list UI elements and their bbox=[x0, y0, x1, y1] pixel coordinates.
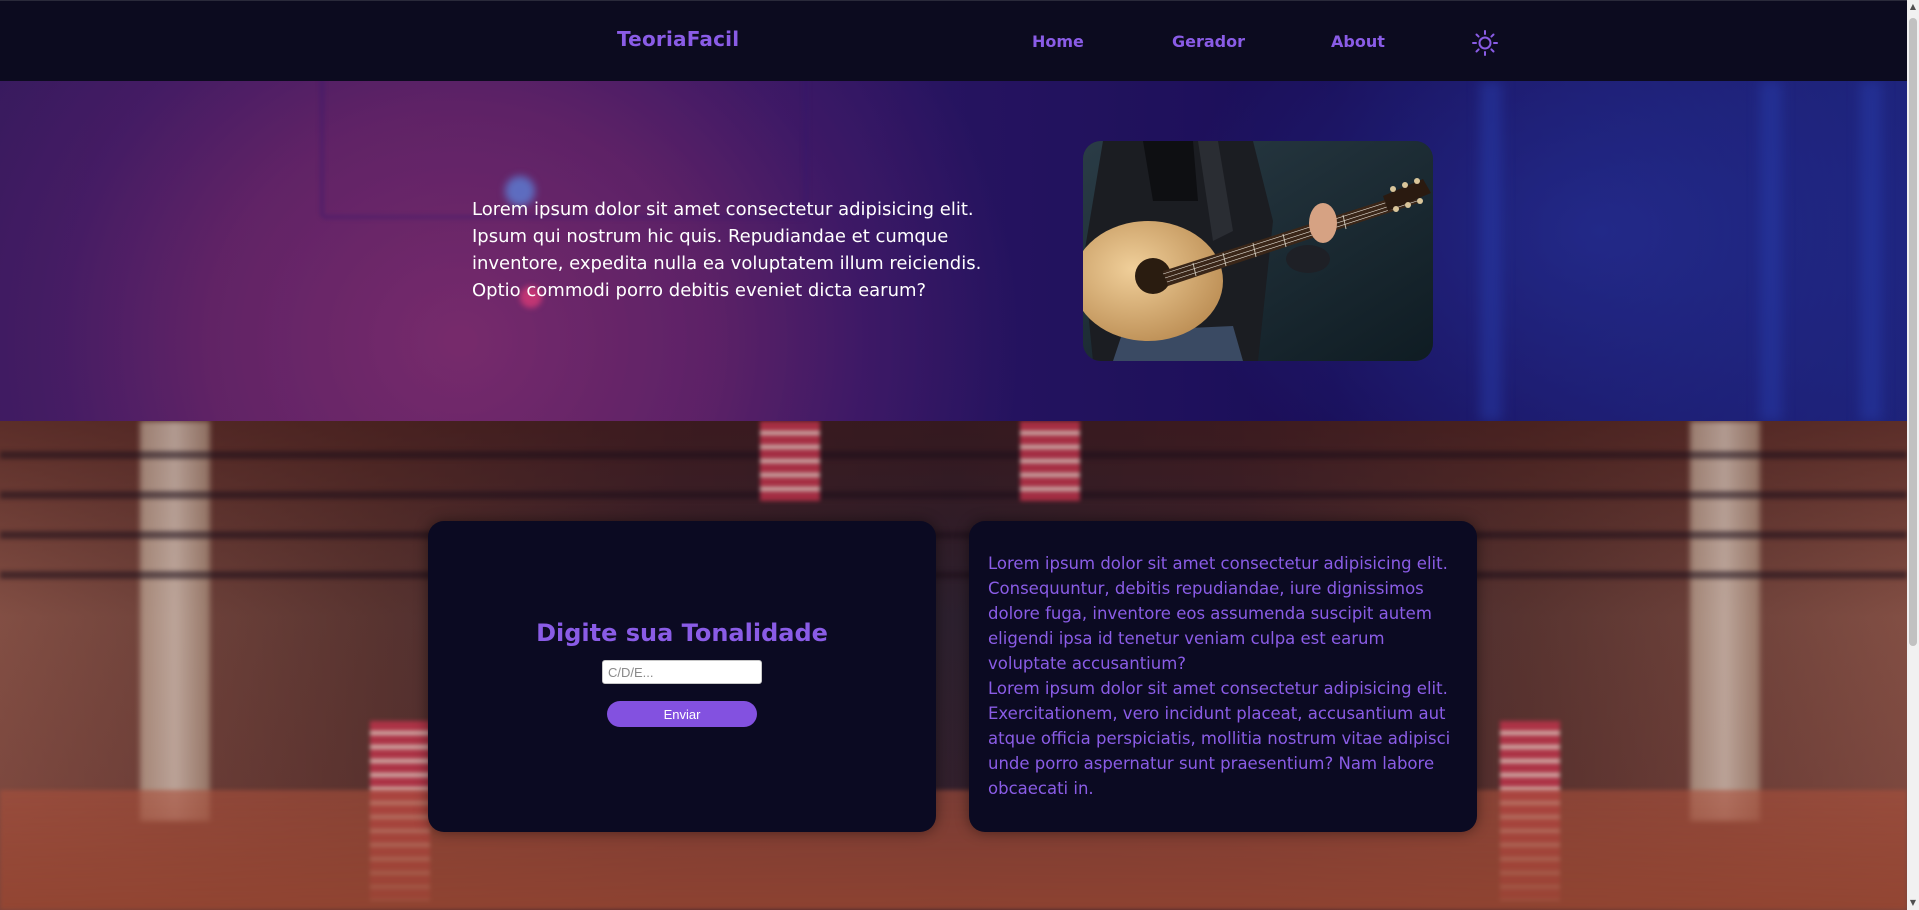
guitar-image bbox=[1083, 141, 1433, 361]
top-nav: TeoriaFacil Home Gerador About bbox=[0, 0, 1907, 82]
concert-hall-background bbox=[0, 421, 1907, 910]
info-card: Lorem ipsum dolor sit amet consectetur a… bbox=[969, 521, 1477, 832]
scroll-down-icon[interactable]: ▼ bbox=[1907, 896, 1919, 910]
sun-icon bbox=[1472, 30, 1498, 56]
theme-toggle-button[interactable] bbox=[1470, 29, 1500, 57]
form-title: Digite sua Tonalidade bbox=[536, 619, 828, 647]
background-decor bbox=[0, 451, 1907, 459]
nav-link-gerador[interactable]: Gerador bbox=[1172, 32, 1245, 51]
background-decor bbox=[0, 531, 1907, 539]
hero-background-decor bbox=[1760, 81, 1782, 421]
background-decor bbox=[140, 421, 210, 821]
hero-background-decor bbox=[1860, 81, 1882, 421]
submit-button[interactable]: Enviar bbox=[607, 701, 757, 727]
info-paragraph: Lorem ipsum dolor sit amet consectetur a… bbox=[988, 554, 1448, 673]
nav-link-home[interactable]: Home bbox=[1032, 32, 1084, 51]
nav-link-about[interactable]: About bbox=[1331, 32, 1385, 51]
tonality-input[interactable] bbox=[602, 660, 762, 684]
page-scrollbar[interactable]: ▲ ▼ bbox=[1907, 0, 1919, 910]
background-decor bbox=[1690, 421, 1760, 821]
info-text: Lorem ipsum dolor sit amet consectetur a… bbox=[988, 551, 1463, 801]
background-decor bbox=[0, 571, 1907, 579]
tonality-form-card: Digite sua Tonalidade Enviar bbox=[428, 521, 936, 832]
hero-background-decor bbox=[1480, 81, 1502, 421]
background-decor bbox=[760, 421, 820, 501]
scrollbar-thumb[interactable] bbox=[1909, 18, 1917, 646]
background-decor bbox=[0, 790, 1907, 910]
hero-text: Lorem ipsum dolor sit amet consectetur a… bbox=[472, 199, 982, 301]
background-decor bbox=[0, 491, 1907, 499]
info-paragraph: Lorem ipsum dolor sit amet consectetur a… bbox=[988, 679, 1451, 798]
background-decor bbox=[1020, 421, 1080, 501]
brand-logo[interactable]: TeoriaFacil bbox=[617, 27, 739, 51]
scroll-up-icon[interactable]: ▲ bbox=[1907, 0, 1919, 14]
